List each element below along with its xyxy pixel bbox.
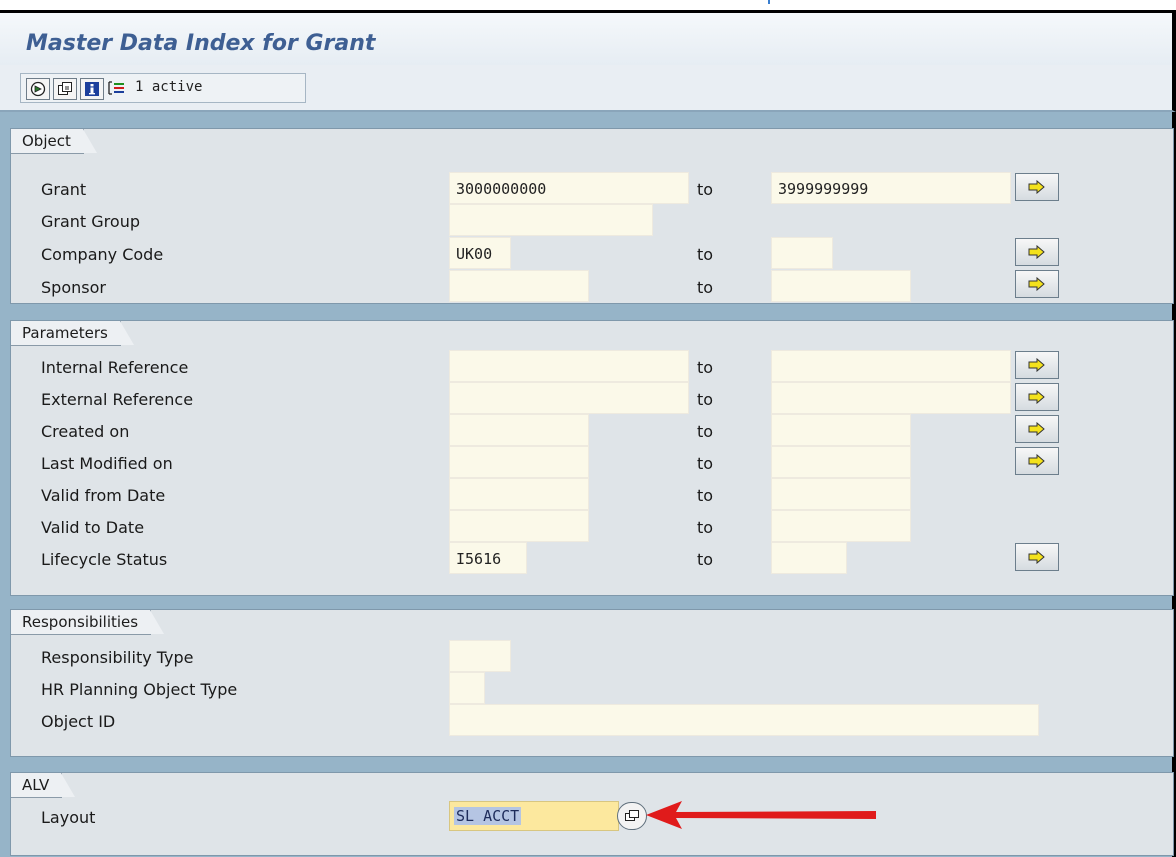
internal-reference-from-field[interactable]: [449, 350, 689, 382]
multiple-selection-arrow-icon: [1028, 454, 1045, 468]
section-title: ALV: [11, 773, 76, 798]
multiple-selection-button[interactable]: [1015, 383, 1059, 411]
created-on-to-field[interactable]: [771, 414, 911, 446]
multiple-selection-arrow-icon: [1028, 245, 1045, 259]
execute-icon: [30, 81, 46, 97]
to-label: to: [697, 550, 714, 569]
last-modified-on-from-field[interactable]: [449, 446, 589, 478]
valid-from-date-from-field[interactable]: [449, 478, 589, 510]
multiple-selection-arrow-icon: [1028, 422, 1045, 436]
valid-from-date-label: Valid from Date: [41, 486, 166, 505]
lifecycle-status-to-field[interactable]: [771, 542, 847, 574]
grant-from-field[interactable]: 3000000000: [449, 172, 689, 204]
created-on-from-field[interactable]: [449, 414, 589, 446]
page-title: Master Data Index for Grant: [26, 31, 376, 56]
grant-to-field[interactable]: 3999999999: [771, 172, 1011, 204]
layout-field[interactable]: SL ACCT: [449, 801, 619, 831]
grant-group-field[interactable]: [449, 204, 653, 236]
valid-to-date-label: Valid to Date: [41, 518, 145, 537]
created-on-label: Created on: [41, 422, 130, 441]
to-label: to: [697, 245, 714, 264]
multiple-selection-button[interactable]: [1015, 270, 1059, 298]
last-modified-on-to-field[interactable]: [771, 446, 911, 478]
to-label: to: [697, 180, 714, 199]
multiple-selection-button[interactable]: [1015, 543, 1059, 571]
copy-variant-icon: [58, 82, 72, 95]
sponsor-to-field[interactable]: [771, 270, 911, 302]
multiple-selection-button[interactable]: [1015, 173, 1059, 201]
object-id-field[interactable]: [449, 704, 1039, 736]
company-code-from-field[interactable]: UK00: [449, 237, 511, 269]
multiple-selection-button[interactable]: [1015, 447, 1059, 475]
application-toolbar: 1 active: [0, 65, 1176, 112]
lifecycle-status-label: Lifecycle Status: [41, 550, 168, 569]
selection-screen: Object Grant 3000000000 to 3999999999 Gr…: [0, 112, 1176, 857]
responsibility-type-field[interactable]: [449, 640, 511, 672]
multiple-selection-arrow-icon: [1028, 358, 1045, 372]
grant-group-label: Grant Group: [41, 212, 140, 231]
multiple-selection-button[interactable]: [1015, 415, 1059, 443]
object-section: Object Grant 3000000000 to 3999999999 Gr…: [10, 128, 1174, 304]
section-title: Parameters: [11, 321, 134, 346]
to-label: to: [697, 390, 714, 409]
dynamic-selections-icon: [108, 81, 124, 95]
to-label: to: [697, 358, 714, 377]
object-id-label: Object ID: [41, 712, 116, 731]
to-label: to: [697, 454, 714, 473]
grant-label: Grant: [41, 180, 87, 199]
layout-value: SL ACCT: [454, 807, 522, 825]
internal-reference-to-field[interactable]: [771, 350, 1011, 382]
section-title: Responsibilities: [11, 610, 165, 635]
info-icon: [85, 82, 99, 96]
external-reference-label: External Reference: [41, 390, 194, 409]
internal-reference-label: Internal Reference: [41, 358, 189, 377]
hr-planning-object-type-label: HR Planning Object Type: [41, 680, 238, 699]
hr-planning-object-type-field[interactable]: [449, 672, 485, 704]
sponsor-label: Sponsor: [41, 278, 106, 297]
to-label: to: [697, 518, 714, 537]
title-bar: Master Data Index for Grant: [0, 13, 1176, 65]
valid-from-date-to-field[interactable]: [771, 478, 911, 510]
active-count-label: 1 active: [135, 79, 203, 95]
company-code-to-field[interactable]: [771, 237, 833, 269]
external-reference-from-field[interactable]: [449, 382, 689, 414]
value-help-icon: [625, 810, 639, 821]
multiple-selection-arrow-icon: [1028, 550, 1045, 564]
info-button[interactable]: [80, 78, 104, 100]
multiple-selection-button[interactable]: [1015, 238, 1059, 266]
layout-label: Layout: [41, 808, 96, 827]
parameters-section: Parameters Internal Reference to Externa…: [10, 320, 1174, 596]
multiple-selection-arrow-icon: [1028, 180, 1045, 194]
valid-to-date-to-field[interactable]: [771, 510, 911, 542]
valid-to-date-from-field[interactable]: [449, 510, 589, 542]
top-border: [0, 0, 1176, 13]
responsibility-type-label: Responsibility Type: [41, 648, 194, 667]
multiple-selection-button[interactable]: [1015, 351, 1059, 379]
to-label: to: [697, 422, 714, 441]
last-modified-on-label: Last Modified on: [41, 454, 173, 473]
annotation-arrow: [646, 801, 876, 829]
section-title: Object: [11, 129, 97, 154]
lifecycle-status-from-field[interactable]: I5616: [449, 542, 527, 574]
to-label: to: [697, 486, 714, 505]
sponsor-from-field[interactable]: [449, 270, 589, 302]
multiple-selection-arrow-icon: [1028, 390, 1045, 404]
responsibilities-section: Responsibilities Responsibility Type HR …: [10, 609, 1174, 757]
alv-section: ALV Layout SL ACCT: [10, 772, 1174, 856]
external-reference-to-field[interactable]: [771, 382, 1011, 414]
multiple-selection-arrow-icon: [1028, 277, 1045, 291]
to-label: to: [697, 278, 714, 297]
sap-window: Master Data Index for Grant 1 active Obj…: [0, 0, 1176, 857]
copy-variant-button[interactable]: [53, 78, 77, 100]
execute-button[interactable]: [26, 78, 50, 100]
toolbar-group: 1 active: [20, 73, 306, 103]
company-code-label: Company Code: [41, 245, 164, 264]
